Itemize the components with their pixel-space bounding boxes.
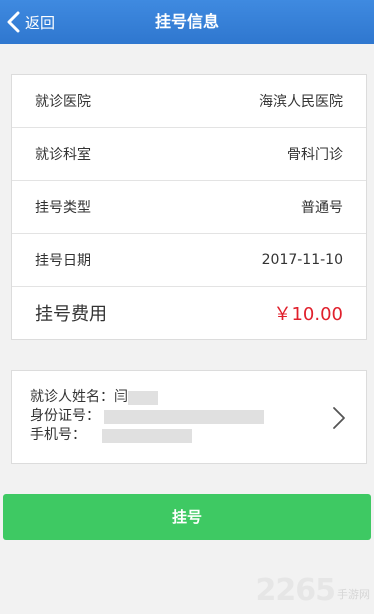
fee-label: 挂号费用 (35, 304, 107, 325)
patient-id-label: 身份证号： (30, 408, 100, 424)
chevron-right-icon (333, 407, 345, 429)
hospital-value: 海滨人民医院 (259, 94, 343, 110)
patient-name-value: 闫 (114, 389, 128, 405)
fee-row: 挂号费用 ￥10.00 (12, 287, 366, 339)
site-watermark: 2265 手游网 (256, 573, 371, 608)
blurred-name (128, 390, 158, 405)
department-label: 就诊科室 (35, 147, 91, 163)
registration-date-row: 挂号日期 2017-11-10 (12, 234, 366, 287)
fee-value: ￥10.00 (273, 304, 343, 325)
blurred-phone-number (102, 428, 192, 443)
registration-type-value: 普通号 (301, 200, 343, 216)
blurred-id-number (104, 409, 264, 424)
patient-phone-line: 手机号： (30, 426, 264, 445)
hospital-label: 就诊医院 (35, 94, 91, 110)
patient-selector[interactable]: 就诊人姓名： 闫 身份证号： 手机号： (11, 370, 367, 464)
hospital-row: 就诊医院 海滨人民医院 (12, 75, 366, 128)
registration-info-card: 就诊医院 海滨人民医院 就诊科室 骨科门诊 挂号类型 普通号 挂号日期 2017… (11, 74, 367, 340)
registration-date-value: 2017-11-10 (261, 252, 343, 268)
patient-name-label: 就诊人姓名： (30, 389, 114, 405)
page-title: 挂号信息 (154, 12, 219, 31)
register-button[interactable]: 挂号 (3, 494, 371, 540)
top-nav-bar: 返回 挂号信息 (0, 0, 374, 44)
watermark-logo: 2265 (255, 573, 336, 608)
patient-name-line: 就诊人姓名： 闫 (30, 388, 264, 407)
patient-id-line: 身份证号： (30, 407, 264, 426)
watermark-suffix: 手游网 (337, 588, 370, 601)
department-value: 骨科门诊 (287, 147, 343, 163)
registration-date-label: 挂号日期 (35, 253, 91, 269)
registration-type-label: 挂号类型 (35, 200, 91, 216)
registration-type-row: 挂号类型 普通号 (12, 181, 366, 234)
patient-phone-label: 手机号： (30, 427, 86, 443)
department-row: 就诊科室 骨科门诊 (12, 128, 366, 181)
